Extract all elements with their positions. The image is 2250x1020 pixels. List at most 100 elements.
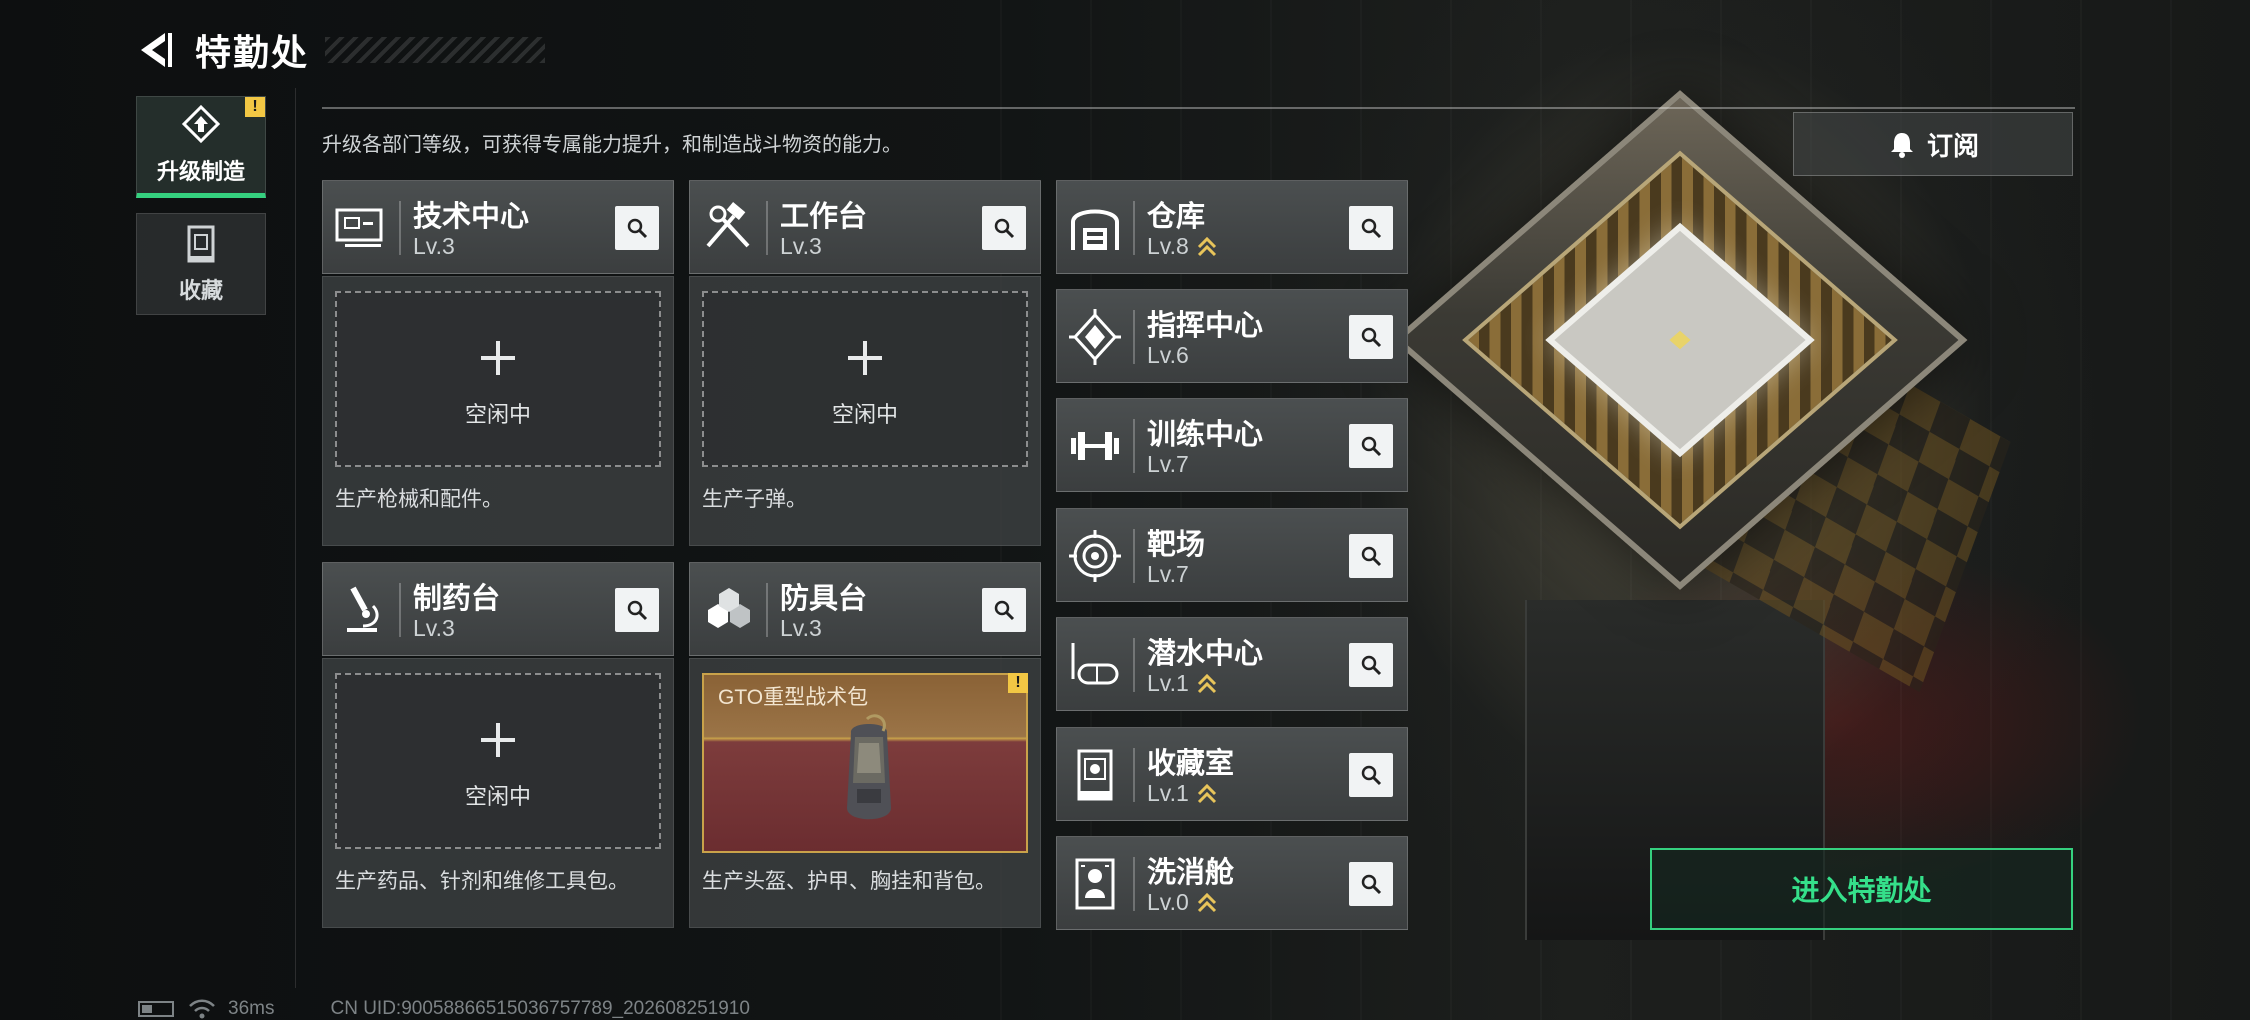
level-text: Lv.1 bbox=[1147, 670, 1189, 696]
department-name: 靶场 bbox=[1147, 529, 1206, 561]
tab-label: 收藏 bbox=[178, 278, 223, 303]
header-separator bbox=[766, 201, 768, 255]
level-text: Lv.6 bbox=[1147, 342, 1189, 368]
search-button[interactable] bbox=[615, 206, 659, 250]
collection-case-icon bbox=[187, 225, 215, 263]
card-description: 生产药品、针剂和维修工具包。 bbox=[335, 870, 629, 893]
section-description: 升级各部门等级，可获得专属能力提升，和制造战斗物资的能力。 bbox=[322, 134, 902, 156]
card-workbench-header[interactable]: 工作台 Lv.3 bbox=[689, 180, 1041, 274]
department-name: 指挥中心 bbox=[1147, 310, 1264, 342]
header-separator bbox=[1133, 748, 1135, 802]
department-level: Lv.0 bbox=[1147, 889, 1217, 916]
card-armor-bench-header[interactable]: 防具台 Lv.3 bbox=[689, 562, 1041, 656]
search-button[interactable] bbox=[982, 588, 1026, 632]
dept-decontamination-pod[interactable]: 洗消舱 Lv.0 bbox=[1056, 836, 1408, 930]
upgrade-chevron-icon bbox=[1197, 783, 1216, 803]
header-separator bbox=[766, 583, 768, 637]
subscribe-button[interactable]: 订阅 bbox=[1793, 112, 2073, 176]
search-icon bbox=[1361, 436, 1382, 457]
enter-button-label: 进入特勤处 bbox=[1791, 875, 1932, 906]
dept-shooting-range[interactable]: 靶场 Lv.7 bbox=[1056, 508, 1408, 602]
slot-status: 空闲中 bbox=[464, 784, 531, 809]
search-button[interactable] bbox=[1349, 424, 1393, 468]
production-slot[interactable]: 空闲中 bbox=[335, 291, 661, 467]
dept-training-center[interactable]: 训练中心 Lv.7 bbox=[1056, 398, 1408, 492]
upgrade-craft-icon bbox=[181, 104, 221, 144]
battery-icon bbox=[138, 1001, 174, 1017]
slot-status: 空闲中 bbox=[464, 402, 531, 427]
search-button[interactable] bbox=[1349, 315, 1393, 359]
decontamination-pod-icon bbox=[1075, 858, 1115, 910]
tab-alert-badge: ! bbox=[245, 97, 265, 117]
bell-icon bbox=[1890, 133, 1913, 158]
slot-status: 空闲中 bbox=[831, 402, 898, 427]
header-separator bbox=[1133, 529, 1135, 583]
header-separator bbox=[1133, 310, 1135, 364]
card-tech-center-header[interactable]: 技术中心 Lv.3 bbox=[322, 180, 674, 274]
search-button[interactable] bbox=[1349, 206, 1393, 250]
card-pharmacy-header[interactable]: 制药台 Lv.3 bbox=[322, 562, 674, 656]
header-separator bbox=[399, 583, 401, 637]
header-separator bbox=[1133, 857, 1135, 911]
production-item[interactable]: GTO重型战术包 ! bbox=[702, 673, 1028, 853]
department-level: Lv.1 bbox=[1147, 780, 1217, 807]
production-slot[interactable]: 空闲中 bbox=[702, 291, 1028, 467]
title-decoration bbox=[325, 37, 546, 63]
department-name: 制药台 bbox=[413, 583, 501, 615]
search-icon bbox=[994, 600, 1015, 621]
search-button[interactable] bbox=[1349, 753, 1393, 797]
product-name: GTO重型战术包 bbox=[718, 686, 869, 709]
diving-mask-icon bbox=[1071, 643, 1119, 685]
level-text: Lv.7 bbox=[1147, 451, 1189, 477]
hammer-wrench-icon bbox=[706, 202, 750, 248]
divider-horizontal bbox=[322, 107, 2075, 109]
search-button[interactable] bbox=[982, 206, 1026, 250]
card-description: 生产头盔、护甲、胸挂和背包。 bbox=[702, 870, 996, 893]
department-name: 技术中心 bbox=[413, 201, 530, 233]
dept-warehouse[interactable]: 仓库 Lv.8 bbox=[1056, 180, 1408, 274]
search-icon bbox=[994, 218, 1015, 239]
search-button[interactable] bbox=[1349, 534, 1393, 578]
department-level: Lv.3 bbox=[413, 615, 455, 642]
department-level: Lv.7 bbox=[1147, 451, 1189, 478]
production-slot[interactable]: 空闲中 bbox=[335, 673, 661, 849]
department-name: 工作台 bbox=[780, 201, 868, 233]
department-name: 训练中心 bbox=[1147, 419, 1264, 451]
plus-icon bbox=[481, 723, 515, 757]
header-separator bbox=[1133, 201, 1135, 255]
search-icon bbox=[627, 218, 648, 239]
tab-collection[interactable]: 收藏 bbox=[136, 213, 266, 315]
level-text: Lv.3 bbox=[413, 233, 455, 259]
department-name: 潜水中心 bbox=[1147, 638, 1264, 670]
upgrade-chevron-icon bbox=[1197, 673, 1216, 693]
department-level: Lv.1 bbox=[1147, 670, 1217, 697]
search-button[interactable] bbox=[615, 588, 659, 632]
department-level: Lv.7 bbox=[1147, 561, 1189, 588]
search-icon bbox=[627, 600, 648, 621]
warehouse-icon bbox=[1071, 209, 1119, 250]
dept-diving-center[interactable]: 潜水中心 Lv.1 bbox=[1056, 617, 1408, 711]
upgrade-chevron-icon bbox=[1197, 236, 1216, 256]
upgrade-chevron-icon bbox=[1197, 892, 1216, 912]
level-text: Lv.8 bbox=[1147, 233, 1189, 259]
back-arrow-icon[interactable] bbox=[135, 29, 177, 71]
page-title: 特勤处 bbox=[195, 32, 310, 73]
plus-icon bbox=[481, 341, 515, 375]
status-bar: 36ms CN UID:9005886651503675778​9_202608… bbox=[138, 998, 750, 1020]
tab-upgrade-craft[interactable]: ! 升级制造 bbox=[136, 96, 266, 198]
card-description: 生产枪械和配件。 bbox=[335, 488, 503, 511]
header-separator bbox=[1133, 638, 1135, 692]
dept-command-center[interactable]: 指挥中心 Lv.6 bbox=[1056, 289, 1408, 383]
enter-special-ops-button[interactable]: 进入特勤处 bbox=[1650, 848, 2073, 930]
divider-vertical bbox=[295, 88, 296, 988]
uid-text: CN UID:9005886651503675778​9_20260825191… bbox=[330, 998, 750, 1019]
armor-blocks-icon bbox=[708, 588, 750, 628]
plus-icon bbox=[848, 341, 882, 375]
dept-collection-room[interactable]: 收藏室 Lv.1 bbox=[1056, 727, 1408, 821]
search-button[interactable] bbox=[1349, 862, 1393, 906]
department-name: 仓库 bbox=[1147, 201, 1206, 233]
cube-light bbox=[1669, 330, 1691, 350]
department-level: Lv.8 bbox=[1147, 233, 1217, 260]
department-level: Lv.6 bbox=[1147, 342, 1189, 369]
search-button[interactable] bbox=[1349, 643, 1393, 687]
